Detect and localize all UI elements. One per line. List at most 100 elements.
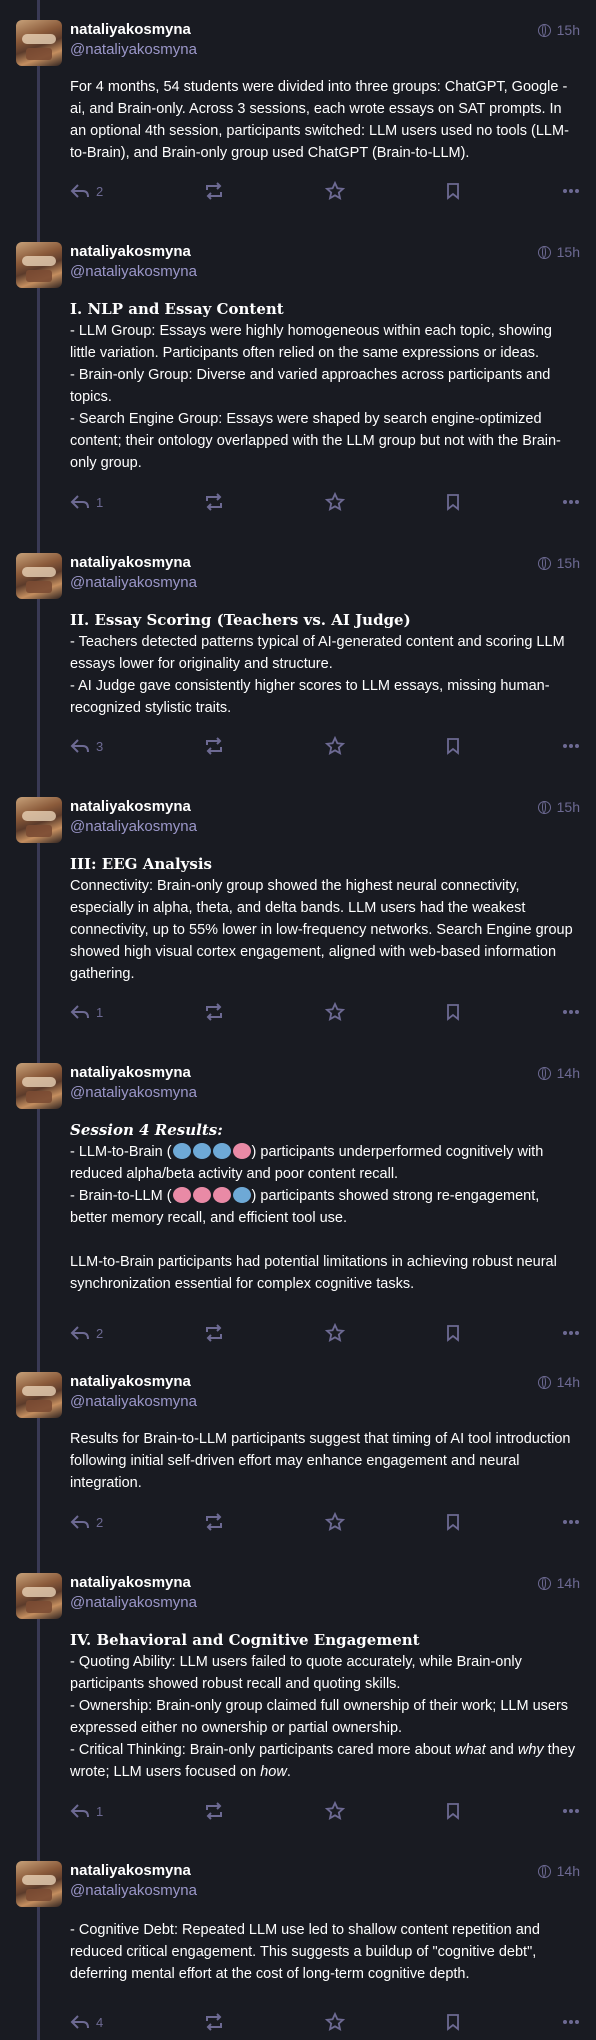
status-post[interactable]: nataliyakosmyna @nataliyakosmyna 15h III…: [0, 777, 596, 1033]
display-name[interactable]: nataliyakosmyna: [70, 1372, 580, 1392]
timestamp[interactable]: 14h: [557, 1573, 580, 1593]
favourite-button[interactable]: [324, 1801, 345, 1821]
boost-button[interactable]: [204, 1802, 224, 1820]
status-post[interactable]: nataliyakosmyna @nataliyakosmyna 15h II.…: [0, 533, 596, 769]
boost-button[interactable]: [204, 2013, 224, 2031]
account-handle[interactable]: @nataliyakosmyna: [70, 817, 580, 837]
reply-count: 4: [96, 2014, 104, 2030]
boost-button[interactable]: [204, 737, 224, 755]
timestamp[interactable]: 15h: [557, 797, 580, 817]
favourite-button[interactable]: [324, 1323, 345, 1343]
reply-button[interactable]: 1: [70, 493, 103, 511]
display-name[interactable]: nataliyakosmyna: [70, 553, 580, 573]
reply-icon: [70, 739, 89, 753]
display-name[interactable]: nataliyakosmyna: [70, 20, 580, 40]
more-button[interactable]: [562, 743, 580, 749]
display-name[interactable]: nataliyakosmyna: [70, 1861, 580, 1881]
favourite-button[interactable]: [324, 2012, 345, 2032]
reply-button[interactable]: 4: [70, 2013, 103, 2031]
bookmark-button[interactable]: [445, 2013, 461, 2031]
bookmark-button[interactable]: [445, 1003, 461, 1021]
boost-icon: [205, 1802, 222, 1820]
timestamp[interactable]: 14h: [557, 1861, 580, 1881]
reply-button[interactable]: 2: [70, 1513, 103, 1531]
favourite-button[interactable]: [324, 492, 345, 512]
boost-button[interactable]: [204, 1324, 224, 1342]
avatar[interactable]: [16, 553, 62, 599]
boost-button[interactable]: [204, 1003, 224, 1021]
bookmark-button[interactable]: [445, 493, 461, 511]
timestamp[interactable]: 15h: [557, 553, 580, 573]
account-handle[interactable]: @nataliyakosmyna: [70, 262, 580, 282]
boost-button[interactable]: [204, 493, 224, 511]
reply-count: 2: [96, 183, 104, 199]
paragraph: - LLM Group: Essays were highly homogene…: [70, 323, 552, 361]
favourite-button[interactable]: [324, 181, 345, 201]
post-content: III: EEG Analysis Connectivity: Brain-on…: [70, 853, 580, 985]
globe-icon: [537, 245, 551, 259]
more-button[interactable]: [562, 499, 580, 505]
status-post[interactable]: nataliyakosmyna @nataliyakosmyna 14h Ses…: [0, 1043, 596, 1363]
paragraph: - Critical Thinking: Brain-only particip…: [70, 1739, 580, 1783]
avatar[interactable]: [16, 242, 62, 288]
timestamp[interactable]: 15h: [557, 20, 580, 40]
section-title: Session 4 Results:: [70, 1121, 223, 1139]
boost-icon: [205, 2013, 222, 2031]
status-post[interactable]: nataliyakosmyna @nataliyakosmyna 14h - C…: [0, 1841, 596, 2040]
boost-button[interactable]: [204, 182, 224, 200]
account-handle[interactable]: @nataliyakosmyna: [70, 1083, 580, 1103]
bookmark-icon: [447, 1325, 460, 1342]
reply-icon: [70, 495, 89, 509]
more-icon: [562, 1520, 579, 1524]
display-name[interactable]: nataliyakosmyna: [70, 242, 580, 262]
account-handle[interactable]: @nataliyakosmyna: [70, 40, 580, 60]
account-handle[interactable]: @nataliyakosmyna: [70, 1881, 580, 1901]
avatar[interactable]: [16, 1573, 62, 1619]
avatar[interactable]: [16, 1063, 62, 1109]
status-post[interactable]: nataliyakosmyna @nataliyakosmyna 15h I. …: [0, 222, 596, 524]
status-post[interactable]: nataliyakosmyna @nataliyakosmyna 14h Res…: [0, 1352, 596, 1552]
star-icon: [324, 2012, 345, 2031]
account-handle[interactable]: @nataliyakosmyna: [70, 1593, 580, 1613]
more-button[interactable]: [562, 2019, 580, 2025]
bookmark-button[interactable]: [445, 737, 461, 755]
bookmark-button[interactable]: [445, 1324, 461, 1342]
reply-button[interactable]: 2: [70, 182, 103, 200]
reply-icon: [70, 1005, 89, 1019]
avatar[interactable]: [16, 20, 62, 66]
bookmark-button[interactable]: [445, 182, 461, 200]
display-name[interactable]: nataliyakosmyna: [70, 1573, 580, 1593]
account-handle[interactable]: @nataliyakosmyna: [70, 1392, 580, 1412]
reply-button[interactable]: 1: [70, 1003, 103, 1021]
avatar[interactable]: [16, 1372, 62, 1418]
bookmark-button[interactable]: [445, 1802, 461, 1820]
reply-button[interactable]: 1: [70, 1802, 103, 1820]
more-button[interactable]: [562, 1009, 580, 1015]
status-post[interactable]: nataliyakosmyna @nataliyakosmyna 15h For…: [0, 0, 596, 212]
paragraph: Results for Brain-to-LLM participants su…: [70, 1431, 571, 1491]
reply-count: 1: [96, 1803, 104, 1819]
more-button[interactable]: [562, 1330, 580, 1336]
boost-button[interactable]: [204, 1513, 224, 1531]
avatar[interactable]: [16, 797, 62, 843]
favourite-button[interactable]: [324, 1512, 345, 1532]
favourite-button[interactable]: [324, 1002, 345, 1022]
more-button[interactable]: [562, 1519, 580, 1525]
timestamp[interactable]: 15h: [557, 242, 580, 262]
favourite-button[interactable]: [324, 736, 345, 756]
more-button[interactable]: [562, 1808, 580, 1814]
reply-button[interactable]: 3: [70, 737, 103, 755]
account-handle[interactable]: @nataliyakosmyna: [70, 573, 580, 593]
bookmark-button[interactable]: [445, 1513, 461, 1531]
timestamp[interactable]: 14h: [557, 1372, 580, 1392]
timestamp[interactable]: 14h: [557, 1063, 580, 1083]
status-post[interactable]: nataliyakosmyna @nataliyakosmyna 14h IV.…: [0, 1553, 596, 1833]
display-name[interactable]: nataliyakosmyna: [70, 1063, 580, 1083]
avatar[interactable]: [16, 1861, 62, 1907]
more-button[interactable]: [562, 188, 580, 194]
post-content: IV. Behavioral and Cognitive Engagement …: [70, 1629, 580, 1783]
paragraph: - Teachers detected patterns typical of …: [70, 634, 565, 672]
display-name[interactable]: nataliyakosmyna: [70, 797, 580, 817]
reply-button[interactable]: 2: [70, 1324, 103, 1342]
